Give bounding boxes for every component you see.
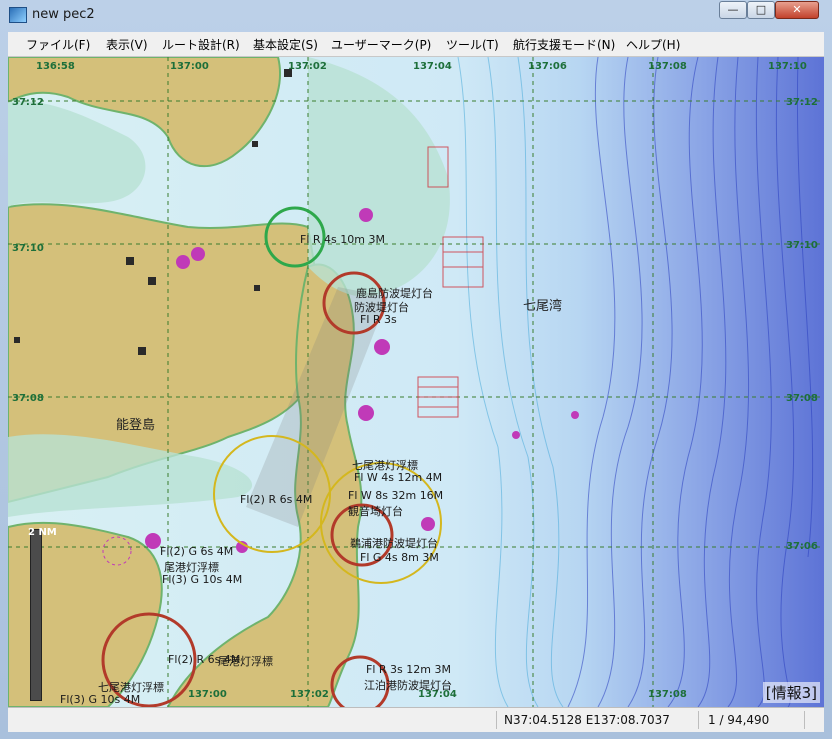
light-label: Fl R 3s 12m 3M bbox=[366, 663, 451, 676]
light-label: Fl W 4s 12m 4M bbox=[354, 471, 443, 484]
light-label: 江泊港防波堤灯台 bbox=[364, 679, 452, 692]
menu-file[interactable]: ファイル(F) bbox=[26, 36, 90, 53]
cursor-coordinates: N37:04.5128 E137:08.7037 bbox=[504, 713, 670, 727]
map-graphics bbox=[8, 57, 824, 707]
lon-tick: 137:04 bbox=[413, 61, 452, 72]
lon-tick: 136:58 bbox=[36, 61, 75, 72]
close-button[interactable]: ✕ bbox=[775, 1, 819, 19]
lon-tick: 137:00 bbox=[170, 61, 209, 72]
menu-route-design[interactable]: ルート設計(R) bbox=[162, 36, 240, 53]
lon-tick: 137:06 bbox=[528, 61, 567, 72]
light-label: 防波堤灯台 bbox=[354, 301, 409, 314]
status-divider bbox=[804, 711, 805, 729]
light-label: 鵜浦港防波堤灯台 bbox=[350, 537, 438, 550]
light-label: Fl G 4s 8m 3M bbox=[360, 551, 439, 564]
window-title: new pec2 bbox=[32, 7, 95, 22]
light-label: Fl R 4s 10m 3M bbox=[300, 233, 385, 246]
map-scale: 1 / 94,490 bbox=[708, 713, 770, 727]
light-label: 七尾港灯浮標 bbox=[98, 681, 164, 694]
status-bar: N37:04.5128 E137:08.7037 1 / 94,490 bbox=[8, 707, 824, 732]
minimize-button[interactable]: — bbox=[719, 1, 747, 19]
lon-tick: 137:10 bbox=[768, 61, 807, 72]
lat-tick: 37:06 bbox=[786, 541, 818, 552]
close-icon: ✕ bbox=[792, 3, 802, 16]
lon-tick-bottom: 137:00 bbox=[188, 689, 227, 700]
menu-navigation-mode[interactable]: 航行支援モード(N) bbox=[513, 36, 615, 53]
lat-tick: 37:08 bbox=[786, 393, 818, 404]
lat-tick-left: 37:10 bbox=[12, 243, 44, 254]
light-label: 尾港灯浮標 bbox=[218, 655, 273, 668]
app-window: new pec2 — □ ✕ ファイル(F) 表示(V) ルート設計(R) 基本… bbox=[0, 0, 832, 739]
scale-bar bbox=[30, 529, 42, 701]
light-label: 観音埼灯台 bbox=[348, 505, 403, 518]
maximize-icon: □ bbox=[755, 3, 767, 16]
menu-tools[interactable]: ツール(T) bbox=[446, 36, 499, 53]
light-label: Fl(2) G 6s 4M bbox=[160, 545, 234, 558]
bay-name: 七尾湾 bbox=[523, 299, 563, 314]
menu-basic-settings[interactable]: 基本設定(S) bbox=[253, 36, 318, 53]
light-label: Fl W 8s 32m 16M bbox=[348, 489, 444, 502]
menu-bar: ファイル(F) 表示(V) ルート設計(R) 基本設定(S) ユーザーマーク(P… bbox=[8, 32, 824, 57]
menu-help[interactable]: ヘルプ(H) bbox=[626, 36, 680, 53]
status-divider bbox=[496, 711, 497, 729]
lon-tick-bottom: 137:02 bbox=[290, 689, 329, 700]
lat-tick: 37:10 bbox=[786, 240, 818, 251]
maximize-button[interactable]: □ bbox=[747, 1, 775, 19]
light-label: Fl(3) G 10s 4M bbox=[162, 573, 243, 586]
title-bar[interactable]: new pec2 — □ ✕ bbox=[0, 0, 832, 30]
lon-tick: 137:02 bbox=[288, 61, 327, 72]
menu-view[interactable]: 表示(V) bbox=[106, 36, 148, 53]
lat-tick-left: 37:08 bbox=[12, 393, 44, 404]
lon-tick: 137:08 bbox=[648, 61, 687, 72]
island-name: 能登島 bbox=[116, 418, 156, 433]
info-box[interactable]: [情報3] bbox=[762, 682, 820, 703]
minimize-icon: — bbox=[727, 3, 739, 16]
lon-tick-bottom: 137:08 bbox=[648, 689, 687, 700]
app-icon bbox=[9, 7, 27, 23]
menu-user-mark[interactable]: ユーザーマーク(P) bbox=[331, 36, 431, 53]
chart-map[interactable]: 136:58 137:00 137:02 137:04 137:06 137:0… bbox=[8, 57, 824, 707]
scale-bar-label: 2 NM bbox=[28, 527, 57, 538]
lat-tick: 37:12 bbox=[786, 97, 818, 108]
light-label: Fl(2) R 6s 4M bbox=[240, 493, 313, 506]
status-divider bbox=[698, 711, 699, 729]
lat-tick-left: 37:12 bbox=[12, 97, 44, 108]
